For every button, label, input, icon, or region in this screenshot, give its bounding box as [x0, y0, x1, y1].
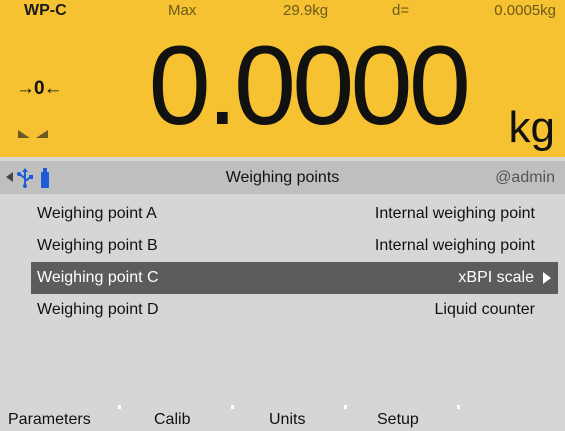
title-bar: Weighing points @admin: [0, 161, 565, 194]
weight-display: WP-C Max 29.9kg d= 0.0005kg →0← 0.0000 k…: [0, 0, 565, 157]
list-item-weighing-point-c[interactable]: Weighing point C xBPI scale: [31, 262, 558, 294]
chevron-right-icon: [543, 272, 551, 284]
weight-value: 0.0000: [148, 23, 471, 148]
list-item-weighing-point-b[interactable]: Weighing point B Internal weighing point: [0, 230, 565, 262]
page-title: Weighing points: [225, 169, 340, 186]
softkey-divider: [231, 405, 234, 409]
list-item-weighing-point-d[interactable]: Weighing point D Liquid counter: [0, 294, 565, 326]
weighing-point-name: WP-C: [24, 2, 67, 19]
stability-indicator-icon: [18, 130, 48, 138]
softkey-divider: [457, 405, 460, 409]
zero-indicator-icon: →0←: [16, 78, 63, 99]
weighing-point-type: Internal weighing point: [374, 237, 535, 254]
weighing-point-label: Weighing point A: [37, 205, 157, 222]
softkey-divider: [118, 405, 121, 409]
weighing-point-type: xBPI scale: [458, 269, 534, 286]
weighing-point-label: Weighing point B: [37, 237, 158, 254]
readability-value: 0.0005kg: [494, 2, 556, 19]
weight-unit: kg: [508, 103, 555, 152]
softkey-bar: Parameters Calib Units Setup: [0, 405, 565, 428]
weighing-points-list: Weighing point A Internal weighing point…: [0, 198, 565, 326]
list-item-weighing-point-a[interactable]: Weighing point A Internal weighing point: [0, 198, 565, 230]
weighing-point-type: Liquid counter: [434, 301, 535, 318]
softkey-divider: [344, 405, 347, 409]
weighing-point-type: Internal weighing point: [374, 205, 535, 222]
weighing-point-label: Weighing point D: [37, 301, 159, 318]
weighing-point-label: Weighing point C: [37, 269, 159, 286]
current-user: @admin: [495, 169, 555, 186]
